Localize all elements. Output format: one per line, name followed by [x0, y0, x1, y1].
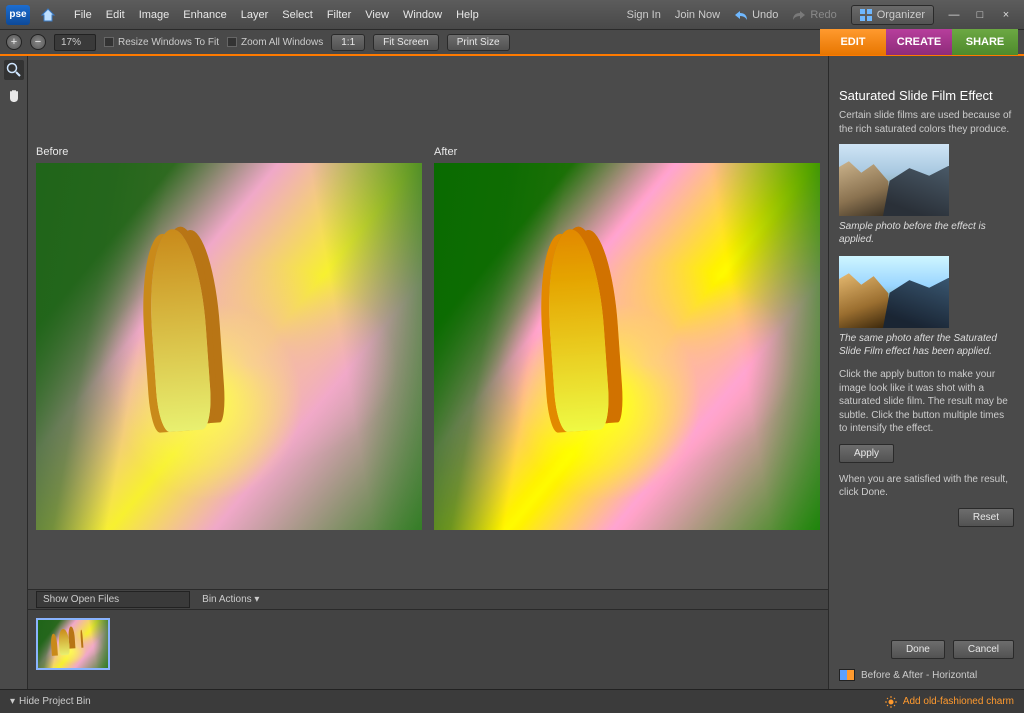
menu-image[interactable]: Image: [139, 9, 170, 21]
view-mode-selector[interactable]: Before & After - Horizontal: [839, 669, 1014, 681]
menu-filter[interactable]: Filter: [327, 9, 351, 21]
close-icon[interactable]: ×: [1000, 9, 1012, 21]
joinnow-link[interactable]: Join Now: [675, 9, 720, 21]
organizer-button[interactable]: Organizer: [851, 5, 934, 25]
tab-share[interactable]: SHARE: [952, 29, 1018, 55]
menu-bar: pse File Edit Image Enhance Layer Select…: [0, 0, 1024, 30]
menu-layer[interactable]: Layer: [241, 9, 269, 21]
menu-file[interactable]: File: [74, 9, 92, 21]
sample-before-caption: Sample photo before the effect is applie…: [839, 220, 1014, 246]
menu-window[interactable]: Window: [403, 9, 442, 21]
before-label: Before: [36, 146, 422, 160]
bin-actions-dropdown[interactable]: Bin Actions ▾: [202, 594, 259, 605]
bin-actions-label: Bin Actions: [202, 594, 251, 605]
guide-title: Saturated Slide Film Effect: [839, 88, 1014, 103]
resize-checkbox[interactable]: [104, 37, 114, 47]
menu-view[interactable]: View: [365, 9, 389, 21]
zoomall-label: Zoom All Windows: [241, 37, 323, 48]
guide-intro: Certain slide films are used because of …: [839, 109, 1014, 136]
redo-button[interactable]: Redo: [792, 9, 836, 21]
view-mode-label: Before & After - Horizontal: [861, 670, 977, 681]
zoom-in-button[interactable]: +: [6, 34, 22, 50]
sample-before-image: [839, 144, 949, 216]
home-icon[interactable]: [36, 5, 60, 25]
after-image: [434, 163, 820, 530]
guide-closing: When you are satisfied with the result, …: [839, 473, 1014, 500]
hand-tool[interactable]: [4, 86, 24, 106]
zoom-out-button[interactable]: −: [30, 34, 46, 50]
collapse-icon[interactable]: ▾: [10, 696, 15, 707]
guided-panel: Saturated Slide Film Effect Certain slid…: [828, 56, 1024, 689]
tab-create[interactable]: CREATE: [886, 29, 952, 55]
tab-edit[interactable]: EDIT: [820, 29, 886, 55]
sun-icon: [885, 696, 897, 708]
menu-edit[interactable]: Edit: [106, 9, 125, 21]
redo-label: Redo: [810, 9, 836, 21]
print-size-button[interactable]: Print Size: [447, 34, 510, 51]
one-to-one-button[interactable]: 1:1: [331, 34, 365, 51]
options-bar: + − 17% Resize Windows To Fit Zoom All W…: [0, 30, 1024, 56]
before-after-icon: [839, 669, 855, 681]
canvas-area: Before After Show Open Files Bin Actions…: [28, 56, 828, 689]
zoomall-checkbox[interactable]: [227, 37, 237, 47]
hide-project-bin-toggle[interactable]: Hide Project Bin: [19, 696, 91, 707]
app-logo: pse: [6, 5, 30, 25]
status-bar: ▾ Hide Project Bin Add old-fashioned cha…: [0, 689, 1024, 713]
apply-button[interactable]: Apply: [839, 444, 894, 463]
resize-label: Resize Windows To Fit: [118, 37, 219, 48]
signin-link[interactable]: Sign In: [627, 9, 661, 21]
sample-after-image: [839, 256, 949, 328]
after-label: After: [434, 146, 820, 160]
organizer-label: Organizer: [877, 9, 925, 21]
menu-items: File Edit Image Enhance Layer Select Fil…: [74, 9, 479, 21]
zoom-tool[interactable]: [4, 60, 24, 80]
bin-thumbnail[interactable]: [36, 618, 110, 670]
undo-button[interactable]: Undo: [734, 9, 778, 21]
zoom-select[interactable]: 17%: [54, 34, 96, 51]
project-bin: Show Open Files Bin Actions ▾: [28, 589, 828, 689]
undo-label: Undo: [752, 9, 778, 21]
menu-enhance[interactable]: Enhance: [183, 9, 226, 21]
status-tip: Add old-fashioned charm: [903, 696, 1014, 707]
maximize-icon[interactable]: □: [974, 9, 986, 21]
before-image: [36, 163, 422, 530]
reset-button[interactable]: Reset: [958, 508, 1014, 527]
fit-screen-button[interactable]: Fit Screen: [373, 34, 439, 51]
bin-filter-select[interactable]: Show Open Files: [36, 591, 190, 608]
menu-help[interactable]: Help: [456, 9, 479, 21]
menu-select[interactable]: Select: [282, 9, 313, 21]
done-button[interactable]: Done: [891, 640, 945, 659]
sample-after-caption: The same photo after the Saturated Slide…: [839, 332, 1014, 358]
cancel-button[interactable]: Cancel: [953, 640, 1014, 659]
tool-palette: [0, 56, 28, 689]
minimize-icon[interactable]: —: [948, 9, 960, 21]
guide-desc: Click the apply button to make your imag…: [839, 368, 1014, 436]
